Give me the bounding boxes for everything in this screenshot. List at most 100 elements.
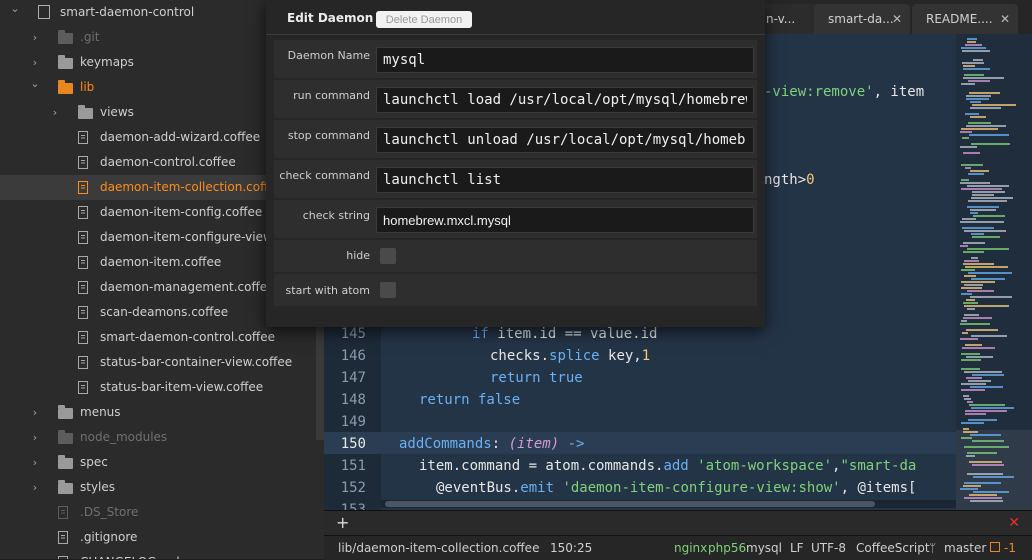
minimap-line bbox=[963, 302, 978, 304]
file-icon bbox=[78, 256, 88, 269]
code-line: item.command = atom.commands.add 'atom-w… bbox=[419, 458, 917, 474]
close-icon[interactable]: ✕ bbox=[1000, 4, 1010, 34]
add-icon[interactable]: + bbox=[336, 511, 349, 535]
tree-file-14[interactable]: status-bar-container-view.coffee bbox=[0, 350, 324, 375]
git-branch-icon: ᛘ bbox=[929, 541, 937, 555]
daemon-name-input[interactable] bbox=[376, 47, 754, 73]
chevron-right-icon[interactable]: › bbox=[28, 425, 42, 450]
minimap-line bbox=[966, 329, 998, 331]
minimap-line bbox=[967, 473, 1003, 475]
chevron-down-icon[interactable]: ⌄ bbox=[8, 0, 22, 21]
status-file-path[interactable]: lib/daemon-item-collection.coffee bbox=[338, 536, 539, 560]
chevron-right-icon[interactable]: › bbox=[28, 25, 42, 50]
status-daemon-php[interactable]: php56 bbox=[708, 536, 746, 560]
minimap-line bbox=[970, 434, 1001, 436]
minimap-line bbox=[970, 209, 996, 211]
tree-file-15[interactable]: status-bar-item-view.coffee bbox=[0, 375, 324, 400]
tree-folder-19[interactable]: › styles bbox=[0, 475, 324, 500]
folder-icon bbox=[58, 430, 73, 444]
folder-icon bbox=[58, 480, 73, 494]
tree-folder-18[interactable]: › spec bbox=[0, 450, 324, 475]
tab-smart-daemon[interactable]: smart-da... ✕ bbox=[814, 4, 910, 34]
chevron-right-icon[interactable]: › bbox=[28, 400, 42, 425]
tree-file-21[interactable]: .gitignore bbox=[0, 525, 324, 550]
run-command-input[interactable] bbox=[376, 87, 754, 113]
delete-daemon-button[interactable]: Delete Daemon bbox=[376, 11, 472, 28]
stop-command-label: stop command bbox=[287, 129, 370, 142]
minimap-line bbox=[964, 74, 984, 76]
tree-folder-16[interactable]: › menus bbox=[0, 400, 324, 425]
scrollbar-thumb[interactable] bbox=[385, 501, 875, 507]
status-line-ending[interactable]: LF bbox=[790, 536, 804, 560]
minimap-line bbox=[968, 419, 997, 421]
close-panel-icon[interactable]: ✕ bbox=[1008, 511, 1020, 535]
minimap-line bbox=[973, 476, 1014, 478]
status-git-branch[interactable]: master bbox=[944, 536, 986, 560]
tree-item-label: node_modules bbox=[80, 430, 168, 444]
tree-item-label: daemon-item-config.coffee bbox=[100, 205, 263, 219]
minimap-line bbox=[960, 131, 972, 133]
status-encoding[interactable]: UTF-8 bbox=[811, 536, 846, 560]
minimap-line bbox=[966, 299, 975, 301]
tree-item-label: views bbox=[100, 105, 134, 119]
minimap-line bbox=[971, 257, 978, 259]
minimap-line bbox=[960, 323, 990, 325]
minimap-line bbox=[960, 146, 977, 148]
minimap-line bbox=[964, 482, 1001, 484]
tree-item-label: scan-deamons.coffee bbox=[100, 305, 229, 319]
tree-file-13[interactable]: smart-daemon-control.coffee bbox=[0, 325, 324, 350]
hide-checkbox[interactable] bbox=[380, 248, 396, 264]
check-command-input[interactable] bbox=[376, 167, 754, 193]
minimap-line bbox=[970, 101, 981, 103]
status-daemon-nginx[interactable]: nginx bbox=[674, 536, 707, 560]
minimap-line bbox=[972, 440, 1004, 442]
tree-item-label: styles bbox=[80, 480, 116, 494]
tree-item-label: menus bbox=[80, 405, 121, 419]
tab-readme[interactable]: README.... ✕ bbox=[912, 4, 1018, 34]
folder-icon bbox=[58, 455, 73, 469]
minimap-line bbox=[961, 368, 980, 370]
check-command-label: check command bbox=[279, 169, 370, 182]
file-icon bbox=[58, 506, 68, 519]
minimap-line bbox=[963, 395, 969, 397]
divider bbox=[266, 34, 765, 35]
close-icon[interactable]: ✕ bbox=[892, 4, 902, 34]
minimap-line bbox=[963, 65, 975, 67]
minimap-line bbox=[965, 44, 982, 46]
check-string-input[interactable] bbox=[376, 207, 754, 233]
minimap-line bbox=[965, 413, 986, 415]
minimap-line bbox=[970, 107, 1001, 109]
horizontal-scrollbar[interactable] bbox=[381, 500, 956, 508]
minimap-line bbox=[964, 305, 1009, 307]
start-with-atom-checkbox[interactable] bbox=[380, 282, 396, 298]
status-cursor-position[interactable]: 150:25 bbox=[550, 536, 592, 560]
stop-command-input[interactable] bbox=[376, 127, 754, 153]
minimap-line bbox=[960, 182, 990, 184]
minimap-line bbox=[968, 272, 1012, 274]
chevron-down-icon[interactable]: ⌄ bbox=[28, 71, 42, 96]
chevron-right-icon[interactable]: › bbox=[48, 100, 62, 125]
tree-item-label: .gitignore bbox=[80, 530, 138, 544]
status-grammar[interactable]: CoffeeScript bbox=[856, 536, 930, 560]
status-git-count[interactable]: -1 bbox=[1004, 536, 1016, 560]
line-number: 151 bbox=[340, 458, 366, 474]
minimap-line bbox=[965, 266, 1008, 268]
minimap-line bbox=[967, 206, 999, 208]
minimap-line bbox=[961, 281, 995, 283]
folder-icon bbox=[58, 80, 73, 94]
tree-file-22[interactable]: CHANGELOG.md bbox=[0, 550, 324, 559]
tree-folder-17[interactable]: › node_modules bbox=[0, 425, 324, 450]
minimap-line bbox=[961, 422, 984, 424]
tab-label: smart-da... bbox=[828, 12, 894, 26]
minimap-line bbox=[960, 221, 1004, 223]
minimap-line bbox=[972, 464, 1004, 466]
status-daemon-mysql[interactable]: mysql bbox=[746, 536, 782, 560]
chevron-right-icon[interactable]: › bbox=[28, 475, 42, 500]
minimap-line bbox=[968, 80, 990, 82]
minimap-line bbox=[961, 164, 983, 166]
tree-file-20[interactable]: .DS_Store bbox=[0, 500, 324, 525]
minimap[interactable] bbox=[956, 34, 1032, 510]
minimap-line bbox=[967, 185, 1009, 187]
chevron-right-icon[interactable]: › bbox=[28, 450, 42, 475]
minimap-line bbox=[968, 122, 991, 124]
